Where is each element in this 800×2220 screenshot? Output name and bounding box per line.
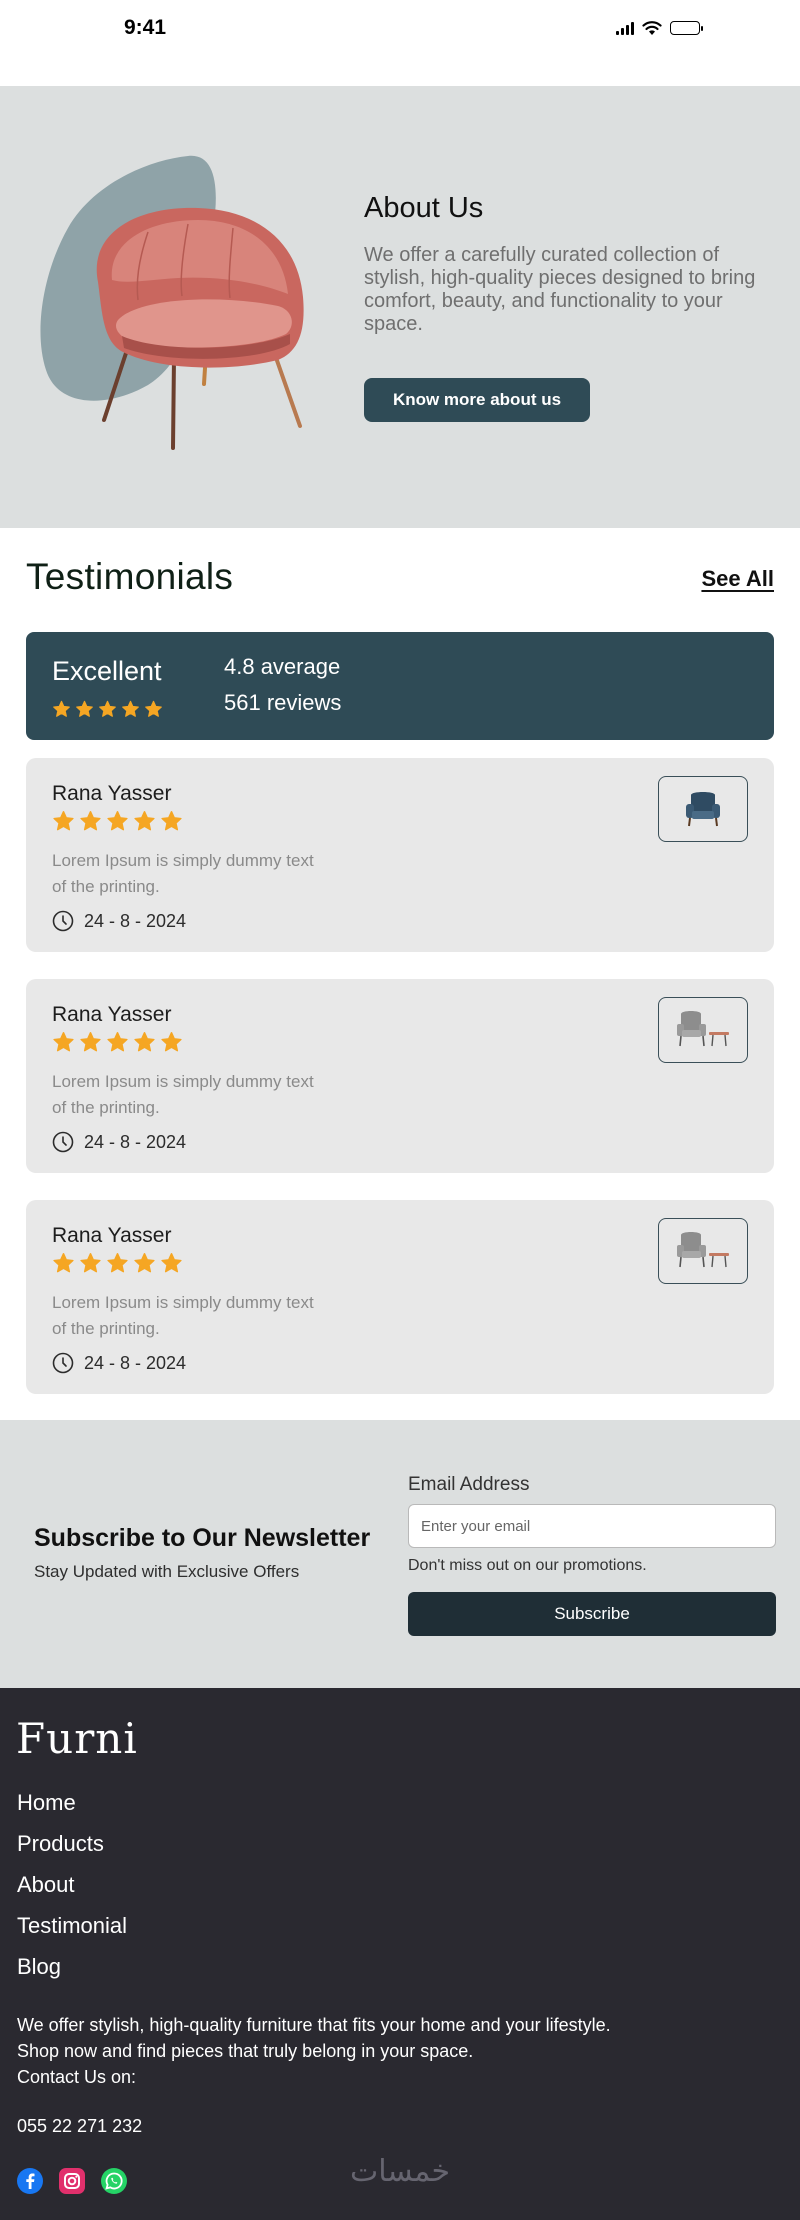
about-section: About Us We offer a carefully curated co… (0, 86, 800, 528)
about-title: About Us (364, 192, 484, 224)
star-icon (122, 700, 139, 717)
review-stars (52, 810, 183, 833)
rating-review-count: 561 reviews (224, 690, 342, 715)
status-icons (616, 20, 703, 36)
star-icon (107, 1032, 128, 1052)
subscribe-button[interactable]: Subscribe (408, 1592, 776, 1636)
whatsapp-icon[interactable] (101, 2168, 127, 2194)
blue-armchair-icon (686, 792, 720, 827)
star-icon (53, 1253, 74, 1273)
star-icon (145, 700, 162, 717)
grey-armchair-with-table-icon (677, 1232, 729, 1268)
review-card: Rana Yasser Lorem Ipsum is simply dummy … (26, 1200, 774, 1394)
star-icon (99, 700, 116, 717)
star-icon (134, 1032, 155, 1052)
footer-link-products[interactable]: Products (17, 1831, 127, 1856)
newsletter-section: Subscribe to Our Newsletter Stay Updated… (0, 1420, 800, 1688)
footer-nav: Home Products About Testimonial Blog (17, 1790, 127, 1979)
email-input[interactable] (408, 1504, 776, 1548)
rating-summary-card: Excellent 4.8 average 561 reviews (26, 632, 774, 740)
star-icon (134, 811, 155, 831)
clock-icon (52, 1352, 74, 1374)
armchair-image (96, 207, 304, 450)
footer-about-text: We offer stylish, high-quality furniture… (17, 2015, 611, 2087)
reviewer-name: Rana Yasser (52, 1224, 172, 1247)
reviewer-name: Rana Yasser (52, 1003, 172, 1026)
review-product-thumbnail[interactable] (658, 997, 748, 1063)
review-date: 24 - 8 - 2024 (84, 910, 187, 931)
star-icon (80, 811, 101, 831)
review-date-row: 24 - 8 - 2024 (52, 1131, 186, 1153)
star-icon (134, 1253, 155, 1273)
social-links (17, 2168, 127, 2194)
facebook-icon[interactable] (17, 2168, 43, 2194)
review-stars (52, 1252, 183, 1275)
star-icon (53, 700, 70, 717)
review-date-row: 24 - 8 - 2024 (52, 1352, 186, 1374)
star-icon (53, 1032, 74, 1052)
know-more-button[interactable]: Know more about us (364, 378, 590, 422)
star-icon (53, 811, 74, 831)
status-time: 9:41 (124, 16, 167, 39)
footer-phone[interactable]: 055 22 271 232 (17, 2116, 142, 2137)
star-icon (76, 700, 93, 717)
clock-icon (52, 910, 74, 932)
footer-link-home[interactable]: Home (17, 1790, 127, 1815)
review-stars (52, 1031, 183, 1054)
star-icon (107, 1253, 128, 1273)
review-product-thumbnail[interactable] (658, 1218, 748, 1284)
review-product-thumbnail[interactable] (658, 776, 748, 842)
newsletter-title: Subscribe to Our Newsletter (34, 1524, 371, 1552)
footer: Furni Home Products About Testimonial Bl… (0, 1688, 800, 2220)
rating-average: 4.8 average (224, 654, 341, 679)
footer-logo: Furni (16, 1714, 138, 1763)
review-text: Lorem Ipsum is simply dummy text of the … (52, 1072, 314, 1117)
review-date-row: 24 - 8 - 2024 (52, 910, 186, 932)
review-date: 24 - 8 - 2024 (84, 1352, 187, 1373)
newsletter-subtitle: Stay Updated with Exclusive Offers (34, 1562, 300, 1581)
review-card: Rana Yasser Lorem Ipsum is simply dummy … (26, 979, 774, 1173)
review-date: 24 - 8 - 2024 (84, 1131, 187, 1152)
see-all-link[interactable]: See All (701, 566, 774, 592)
email-hint: Don't miss out on our promotions. (408, 1557, 647, 1574)
testimonials-title: Testimonials (26, 556, 234, 597)
email-label: Email Address (408, 1474, 530, 1495)
rating-stars (52, 700, 163, 719)
star-icon (161, 1253, 182, 1273)
reviewer-name: Rana Yasser (52, 782, 172, 805)
about-description: We offer a carefully curated collection … (364, 244, 756, 335)
star-icon (107, 811, 128, 831)
instagram-icon[interactable] (59, 2168, 85, 2194)
star-icon (161, 811, 182, 831)
review-text: Lorem Ipsum is simply dummy text of the … (52, 1293, 314, 1338)
watermark-logo: خمسات (350, 2154, 451, 2189)
wifi-icon (642, 21, 662, 35)
battery-icon (670, 21, 703, 35)
status-bar: 9:41 (0, 0, 800, 86)
review-text: Lorem Ipsum is simply dummy text of the … (52, 851, 314, 896)
star-icon (161, 1032, 182, 1052)
footer-link-about[interactable]: About (17, 1872, 127, 1897)
cellular-signal-icon (616, 21, 634, 35)
footer-link-blog[interactable]: Blog (17, 1954, 127, 1979)
clock-icon (52, 1131, 74, 1153)
star-icon (80, 1253, 101, 1273)
rating-label: Excellent (52, 656, 162, 686)
star-icon (80, 1032, 101, 1052)
grey-armchair-with-table-icon (677, 1011, 729, 1047)
footer-link-testimonial[interactable]: Testimonial (17, 1913, 127, 1938)
review-card: Rana Yasser Lorem Ipsum is simply dummy … (26, 758, 774, 952)
